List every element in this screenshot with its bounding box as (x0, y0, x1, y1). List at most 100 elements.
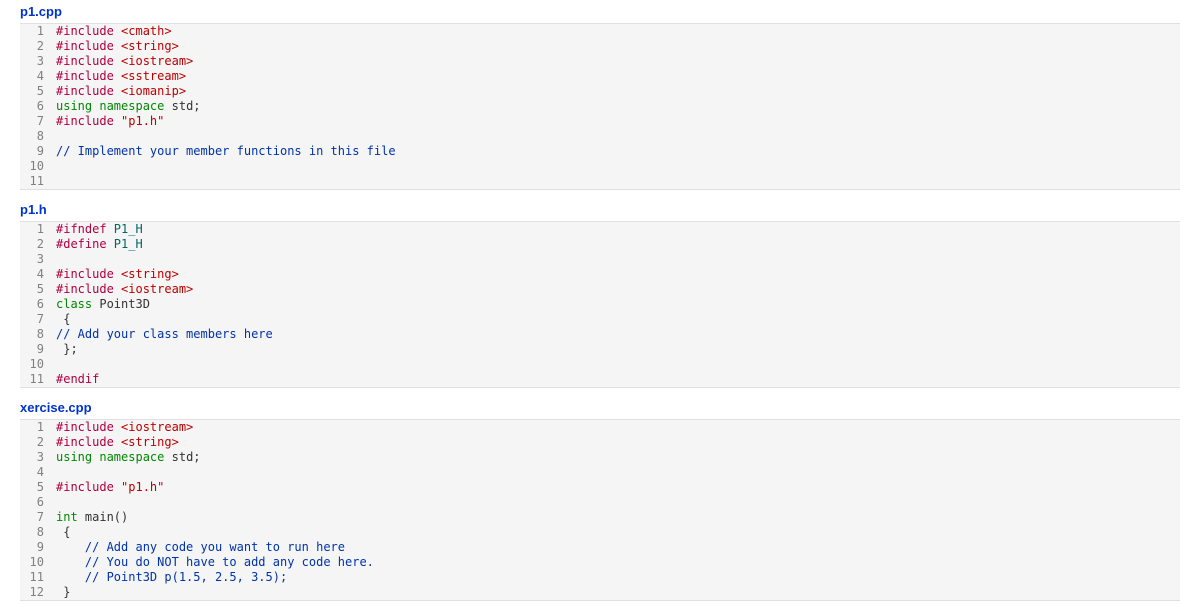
line-number: 2 (20, 39, 56, 54)
line-content: #include <string> (56, 435, 1180, 450)
line-number: 12 (20, 585, 56, 600)
file-section: p1.h1#ifndef P1_H2#define P1_H34#include… (0, 198, 1200, 388)
code-line: 6using namespace std; (20, 99, 1180, 114)
line-number: 9 (20, 342, 56, 357)
code-line: 12 } (20, 585, 1180, 600)
token (56, 555, 85, 569)
code-line: 11 (20, 174, 1180, 189)
token: #define (56, 237, 114, 251)
line-number: 6 (20, 297, 56, 312)
line-content: class Point3D (56, 297, 1180, 312)
token: <iostream> (121, 420, 193, 434)
line-number: 6 (20, 99, 56, 114)
file-title-link[interactable]: p1.h (0, 198, 1200, 221)
line-content: #include "p1.h" (56, 114, 1180, 129)
line-content: } (56, 585, 1180, 600)
line-number: 7 (20, 114, 56, 129)
code-line: 4#include <string> (20, 267, 1180, 282)
token: <iomanip> (121, 84, 186, 98)
code-line: 7#include "p1.h" (20, 114, 1180, 129)
token: #include (56, 54, 121, 68)
file-title-link[interactable]: xercise.cpp (0, 396, 1200, 419)
line-number: 3 (20, 252, 56, 267)
line-content (56, 495, 1180, 510)
line-number: 10 (20, 357, 56, 372)
code-line: 9// Implement your member functions in t… (20, 144, 1180, 159)
file-section: p1.cpp1#include <cmath>2#include <string… (0, 0, 1200, 190)
code-block[interactable]: 1#include <cmath>2#include <string>3#inc… (20, 23, 1180, 190)
line-number: 11 (20, 174, 56, 189)
line-content: #ifndef P1_H (56, 222, 1180, 237)
line-content: #include <string> (56, 39, 1180, 54)
code-block[interactable]: 1#include <iostream>2#include <string>3u… (20, 419, 1180, 601)
token: // You do NOT have to add any code here. (85, 555, 374, 569)
line-number: 8 (20, 327, 56, 342)
line-content: #include "p1.h" (56, 480, 1180, 495)
line-content: int main() (56, 510, 1180, 525)
code-line: 1#include <cmath> (20, 24, 1180, 39)
code-line: 10 // You do NOT have to add any code he… (20, 555, 1180, 570)
line-content: using namespace std; (56, 99, 1180, 114)
code-line: 9 // Add any code you want to run here (20, 540, 1180, 555)
line-content: #endif (56, 372, 1180, 387)
token: #include (56, 39, 121, 53)
line-content (56, 252, 1180, 267)
code-line: 7int main() (20, 510, 1180, 525)
line-number: 7 (20, 510, 56, 525)
line-content: }; (56, 342, 1180, 357)
line-number: 4 (20, 465, 56, 480)
line-number: 4 (20, 267, 56, 282)
code-line: 8 (20, 129, 1180, 144)
line-content: #include <sstream> (56, 69, 1180, 84)
file-title-link[interactable]: p1.cpp (0, 0, 1200, 23)
line-content: using namespace std; (56, 450, 1180, 465)
token: #include (56, 480, 121, 494)
line-content: // You do NOT have to add any code here. (56, 555, 1180, 570)
code-viewer: p1.cpp1#include <cmath>2#include <string… (0, 0, 1200, 601)
line-content: { (56, 525, 1180, 540)
code-line: 10 (20, 357, 1180, 372)
token: #include (56, 84, 121, 98)
line-number: 1 (20, 24, 56, 39)
code-line: 11 // Point3D p(1.5, 2.5, 3.5); (20, 570, 1180, 585)
line-number: 9 (20, 540, 56, 555)
token: }; (56, 342, 78, 356)
token: #include (56, 114, 121, 128)
token: #include (56, 69, 121, 83)
line-number: 8 (20, 525, 56, 540)
code-line: 11#endif (20, 372, 1180, 387)
code-line: 3using namespace std; (20, 450, 1180, 465)
token: P1_H (114, 222, 143, 236)
code-line: 2#include <string> (20, 435, 1180, 450)
line-content: #include <iomanip> (56, 84, 1180, 99)
token: using (56, 99, 99, 113)
code-line: 8// Add your class members here (20, 327, 1180, 342)
token: // Add your class members here (56, 327, 273, 341)
code-line: 5#include <iostream> (20, 282, 1180, 297)
line-number: 11 (20, 570, 56, 585)
code-line: 10 (20, 159, 1180, 174)
code-line: 3 (20, 252, 1180, 267)
code-line: 1#ifndef P1_H (20, 222, 1180, 237)
token: <cmath> (121, 24, 172, 38)
line-content: #include <iostream> (56, 54, 1180, 69)
line-number: 10 (20, 555, 56, 570)
code-line: 9 }; (20, 342, 1180, 357)
token: { (56, 525, 70, 539)
token (56, 570, 85, 584)
line-content: #include <cmath> (56, 24, 1180, 39)
line-number: 5 (20, 84, 56, 99)
line-number: 8 (20, 129, 56, 144)
token: #include (56, 267, 121, 281)
token: P1_H (114, 237, 143, 251)
token: <sstream> (121, 69, 186, 83)
token: #endif (56, 372, 99, 386)
code-block[interactable]: 1#ifndef P1_H2#define P1_H34#include <st… (20, 221, 1180, 388)
code-line: 7 { (20, 312, 1180, 327)
line-number: 10 (20, 159, 56, 174)
token: main() (78, 510, 129, 524)
token: class (56, 297, 92, 311)
token (56, 540, 85, 554)
line-content (56, 159, 1180, 174)
line-content: #define P1_H (56, 237, 1180, 252)
